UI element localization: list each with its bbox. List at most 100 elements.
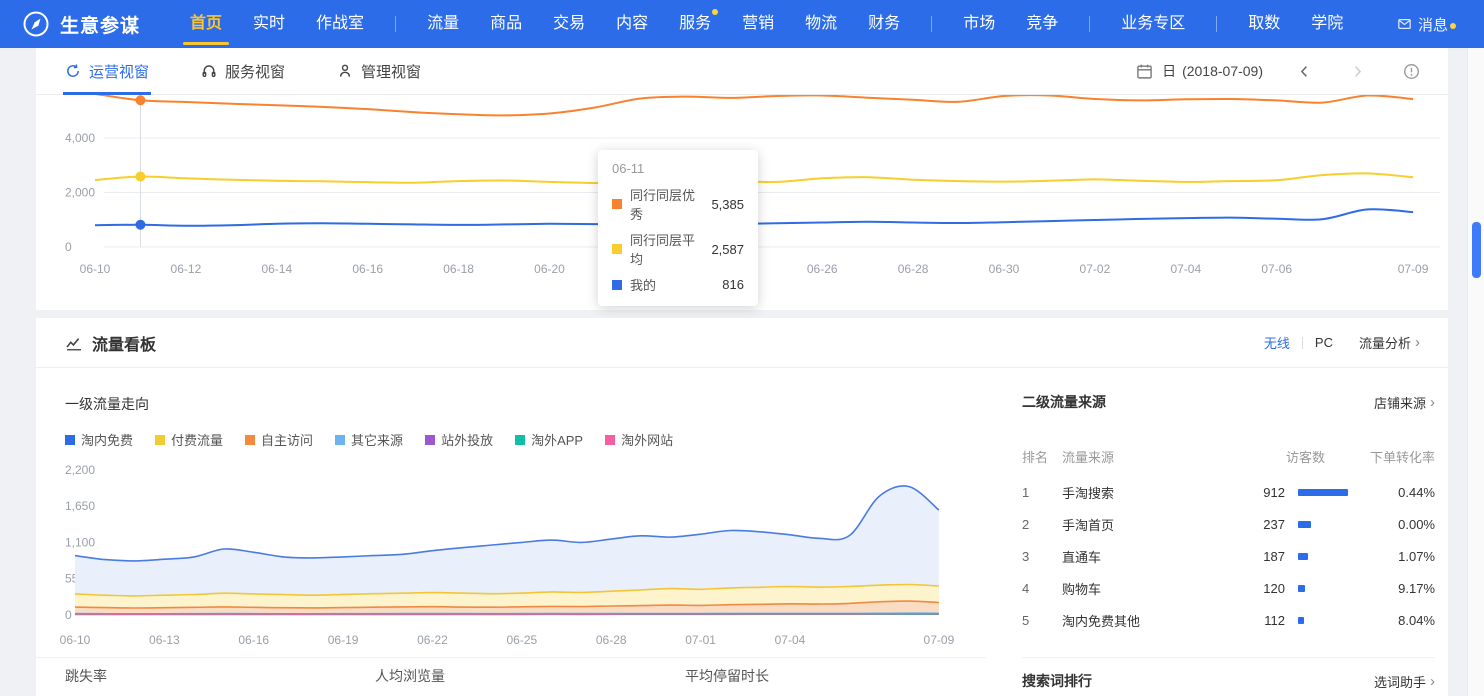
nav-item-traffic[interactable]: 流量: [427, 0, 459, 48]
tab-operations-view[interactable]: 运营视窗: [65, 48, 149, 95]
legend-item[interactable]: 淘外APP: [515, 430, 583, 449]
legend-item[interactable]: 淘外网站: [605, 430, 673, 449]
traffic-analysis-link[interactable]: 流量分析›: [1359, 333, 1420, 352]
svg-text:2,200: 2,200: [65, 463, 95, 477]
table-row[interactable]: 2 手淘首页 237 0.00%: [1022, 508, 1435, 540]
svg-text:06-16: 06-16: [352, 262, 383, 276]
svg-text:0: 0: [65, 608, 72, 622]
nav-item-competition[interactable]: 竞争: [1026, 0, 1058, 48]
svg-text:06-16: 06-16: [238, 633, 269, 647]
prev-date-button[interactable]: [1297, 64, 1312, 79]
table-row[interactable]: 5 淘内免费其他 112 8.04%: [1022, 604, 1435, 636]
svg-text:06-12: 06-12: [171, 262, 202, 276]
svg-text:1,100: 1,100: [65, 535, 95, 549]
nav-divider: [395, 16, 396, 32]
refresh-icon: [65, 63, 81, 79]
table-row[interactable]: 1 手淘搜索 912 0.44%: [1022, 476, 1435, 508]
metric-pages-per-visit: 人均浏览量 5.01: [375, 666, 445, 696]
series-swatch: [612, 199, 622, 209]
tab-management-view[interactable]: 管理视窗: [337, 48, 421, 95]
svg-text:07-04: 07-04: [1170, 262, 1201, 276]
nav-item-content[interactable]: 内容: [616, 0, 648, 48]
legend-item[interactable]: 付费流量: [155, 430, 223, 449]
nav-menu: 首页 实时 作战室 流量 商品 交易 内容 服务 营销 物流 财务 市场 竞争 …: [190, 0, 1343, 48]
brand[interactable]: 生意参谋: [22, 10, 140, 38]
legend-item[interactable]: 站外投放: [425, 430, 493, 449]
notification-dot: [1450, 23, 1456, 29]
messages-button[interactable]: 消息: [1397, 14, 1448, 35]
svg-text:06-10: 06-10: [60, 633, 91, 647]
nav-item-market[interactable]: 市场: [963, 0, 995, 48]
search-rank-title: 搜索词排行: [1022, 671, 1092, 691]
svg-text:07-02: 07-02: [1080, 262, 1111, 276]
device-tab-pc[interactable]: PC: [1315, 335, 1333, 350]
nav-item-home[interactable]: 首页: [190, 0, 222, 48]
nav-item-data-fetch[interactable]: 取数: [1248, 0, 1280, 48]
legend-item[interactable]: 其它来源: [335, 430, 403, 449]
scrollbar-thumb[interactable]: [1472, 222, 1481, 278]
nav-item-warroom[interactable]: 作战室: [316, 0, 364, 48]
svg-text:06-19: 06-19: [328, 633, 359, 647]
metric-avg-stay-time: 平均停留时长 17.48秒: [685, 666, 776, 696]
brand-name: 生意参谋: [60, 11, 140, 38]
chart-tooltip: 06-11 同行同层优秀 5,385 同行同层平均 2,587 我的 816: [598, 150, 758, 306]
board-title: 流量看板: [92, 331, 156, 355]
svg-text:0: 0: [65, 240, 72, 254]
date-granularity[interactable]: 日: [1162, 61, 1176, 81]
nav-item-realtime[interactable]: 实时: [253, 0, 285, 48]
visitor-trend-chart[interactable]: 02,0004,00006-1006-1206-1406-1606-1806-2…: [36, 95, 1448, 309]
nav-item-transactions[interactable]: 交易: [553, 0, 585, 48]
table-header: 排名 流量来源 访客数 下单转化率: [1022, 447, 1435, 466]
svg-text:07-06: 07-06: [1261, 262, 1292, 276]
source-panel-title: 二级流量来源: [1022, 392, 1106, 412]
person-icon: [337, 63, 353, 79]
page-scrollbar[interactable]: [1467, 48, 1484, 696]
info-icon[interactable]: [1403, 63, 1420, 80]
visitors-bar: [1298, 521, 1311, 528]
primary-traffic-section: 一级流量走向 淘内免费 付费流量 自主访问 其它来源 站外投放 淘外APP 淘外…: [36, 368, 986, 696]
table-row[interactable]: 3 直通车 187 1.07%: [1022, 540, 1435, 572]
tab-service-view[interactable]: 服务视窗: [201, 48, 285, 95]
trend-title: 一级流量走向: [65, 394, 149, 414]
tooltip-row: 我的 816: [612, 275, 744, 294]
headset-icon: [201, 63, 217, 79]
shop-source-link[interactable]: 店铺来源›: [1374, 393, 1435, 412]
svg-text:07-01: 07-01: [685, 633, 716, 647]
svg-text:06-10: 06-10: [80, 262, 111, 276]
svg-text:07-09: 07-09: [924, 633, 955, 647]
nav-item-products[interactable]: 商品: [490, 0, 522, 48]
traffic-board-card: 流量看板 无线 PC 流量分析› 一级流量走向 淘内免费 付费流量 自主访问 其…: [36, 318, 1448, 696]
svg-text:1,650: 1,650: [65, 499, 95, 513]
source-table: 1 手淘搜索 912 0.44% 2 手淘首页 237 0.00% 3 直通车 …: [1022, 476, 1435, 636]
next-date-button[interactable]: [1350, 64, 1365, 79]
legend-item[interactable]: 自主访问: [245, 430, 313, 449]
view-tabbar: 运营视窗 服务视窗 管理视窗 日 (2018-07-09): [36, 48, 1448, 95]
nav-item-logistics[interactable]: 物流: [805, 0, 837, 48]
nav-item-service[interactable]: 服务: [679, 0, 711, 48]
traffic-trend-chart[interactable]: 2,2001,6501,100550006-1006-1306-1606-190…: [36, 448, 986, 648]
word-picker-link[interactable]: 选词助手›: [1374, 672, 1435, 691]
metric-bounce-rate: 跳失率 59.72%: [65, 666, 153, 696]
series-swatch: [612, 280, 622, 290]
divider: [1302, 337, 1303, 349]
nav-divider: [1216, 16, 1217, 32]
visitors-bar: [1298, 585, 1305, 592]
svg-text:06-28: 06-28: [596, 633, 627, 647]
table-row[interactable]: 4 购物车 120 9.17%: [1022, 572, 1435, 604]
date-value[interactable]: (2018-07-09): [1182, 63, 1263, 79]
calendar-icon[interactable]: [1136, 63, 1153, 80]
device-tab-wireless[interactable]: 无线: [1264, 333, 1290, 352]
nav-item-marketing[interactable]: 营销: [742, 0, 774, 48]
svg-text:06-28: 06-28: [898, 262, 929, 276]
tooltip-row: 同行同层平均 2,587: [612, 230, 744, 268]
nav-item-academy[interactable]: 学院: [1311, 0, 1343, 48]
nav-item-business-zone[interactable]: 业务专区: [1121, 0, 1185, 48]
svg-text:06-18: 06-18: [443, 262, 474, 276]
brand-logo-icon: [22, 10, 50, 38]
nav-divider: [1089, 16, 1090, 32]
legend-item[interactable]: 淘内免费: [65, 430, 133, 449]
nav-item-finance[interactable]: 财务: [868, 0, 900, 48]
svg-text:06-30: 06-30: [989, 262, 1020, 276]
visitors-bar: [1298, 617, 1304, 624]
top-nav: 生意参谋 首页 实时 作战室 流量 商品 交易 内容 服务 营销 物流 财务 市…: [0, 0, 1484, 48]
